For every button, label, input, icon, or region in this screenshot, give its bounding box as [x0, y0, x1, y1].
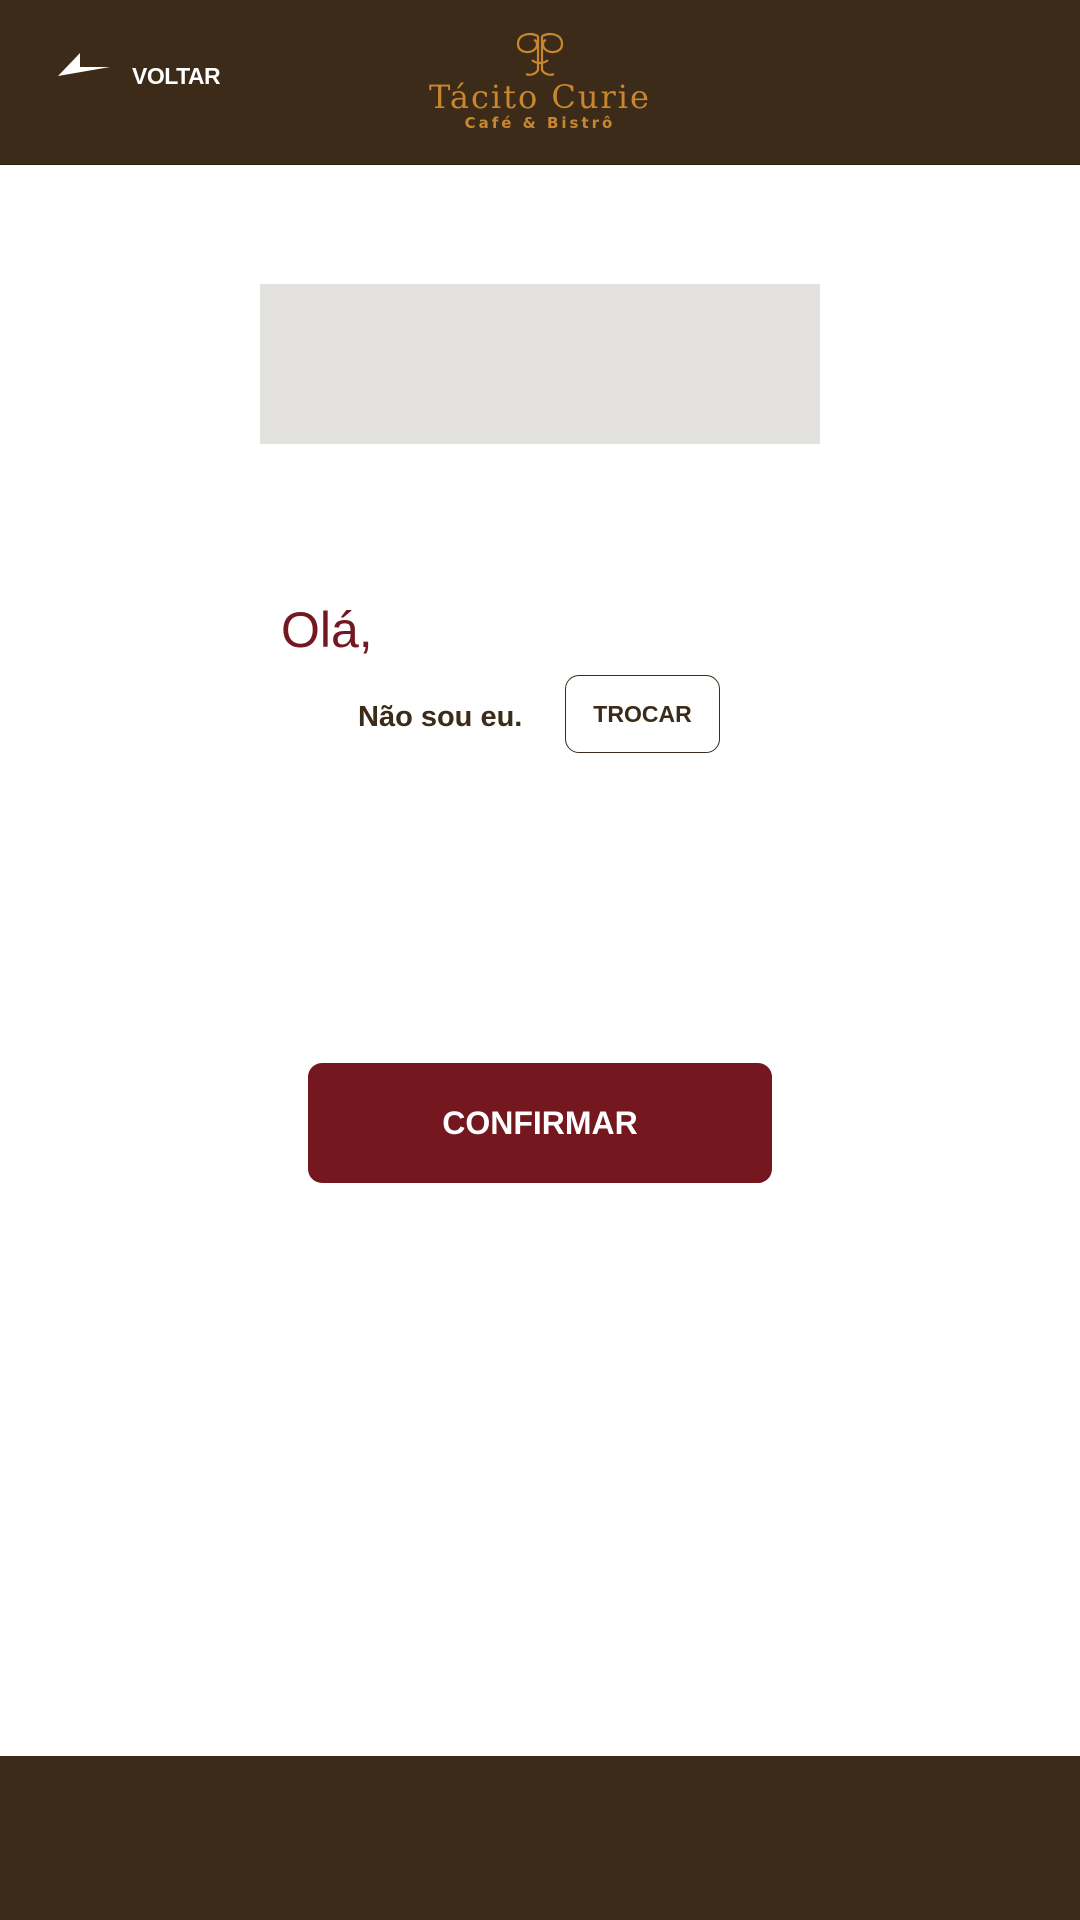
swap-user-button[interactable]: TROCAR [565, 675, 720, 753]
brand-tagline: Café & Bistrô [464, 114, 616, 132]
back-button[interactable]: VOLTAR [58, 52, 221, 100]
banner-placeholder [260, 284, 820, 444]
brand-logo: Tácito Curie Café & Bistrô [400, 30, 680, 140]
confirm-button[interactable]: CONFIRMAR [308, 1063, 772, 1183]
not-me-label: Não sou eu. [358, 701, 523, 733]
footer [0, 1756, 1080, 1920]
greeting-text: Olá, [281, 602, 373, 658]
header: VOLTAR Tácito Curie Café & Bistrô [0, 0, 1080, 165]
arrow-left-icon [58, 53, 110, 76]
brand-name: Tácito Curie [429, 78, 651, 116]
logo-monogram-icon [516, 33, 564, 76]
back-label: VOLTAR [132, 62, 221, 89]
